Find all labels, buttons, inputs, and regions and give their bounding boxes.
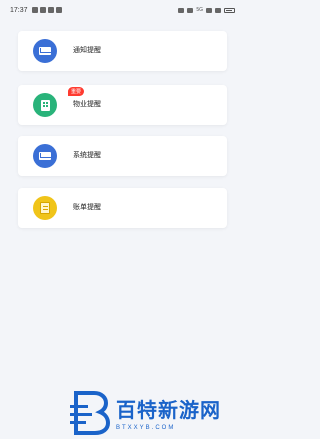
- network-type: 5G: [196, 6, 203, 13]
- status-bar: 17:37 5G: [0, 0, 245, 20]
- message-icon: [39, 7, 46, 13]
- envelope-icon: [33, 144, 57, 168]
- eye-icon: [187, 7, 194, 13]
- app-notification-icon: [47, 7, 54, 13]
- app-notification-icon: [31, 7, 38, 13]
- building-icon: [33, 93, 57, 117]
- watermark: 百特新游网 BTXXYB.COM: [70, 386, 245, 439]
- notice-reminder-label: 通知提醒: [73, 47, 101, 54]
- property-reminder-item[interactable]: 重要 物业提醒: [18, 85, 227, 125]
- system-reminder-label: 系统提醒: [73, 152, 101, 159]
- alarm-icon: [178, 7, 185, 13]
- watermark-subtitle: BTXXYB.COM: [116, 425, 176, 431]
- bill-reminder-label: 账单提醒: [73, 204, 101, 211]
- system-icons: 5G: [178, 6, 235, 13]
- notice-reminder-item[interactable]: 通知提醒: [18, 31, 227, 71]
- system-reminder-item[interactable]: 系统提醒: [18, 136, 227, 176]
- battery-icon: [224, 7, 235, 13]
- important-badge: 重要: [68, 87, 85, 96]
- wifi-icon: [215, 7, 221, 13]
- bill-reminder-item[interactable]: 账单提醒: [18, 188, 227, 228]
- app-notification-icon: [55, 7, 62, 13]
- watermark-title: 百特新游网: [116, 400, 221, 422]
- bill-icon: [33, 196, 57, 220]
- property-reminder-label: 物业提醒: [73, 101, 101, 108]
- status-time: 17:37: [10, 6, 28, 14]
- envelope-icon: [33, 39, 57, 63]
- notification-icons: [31, 7, 62, 13]
- watermark-logo: [70, 390, 111, 435]
- signal-icon: [206, 7, 212, 13]
